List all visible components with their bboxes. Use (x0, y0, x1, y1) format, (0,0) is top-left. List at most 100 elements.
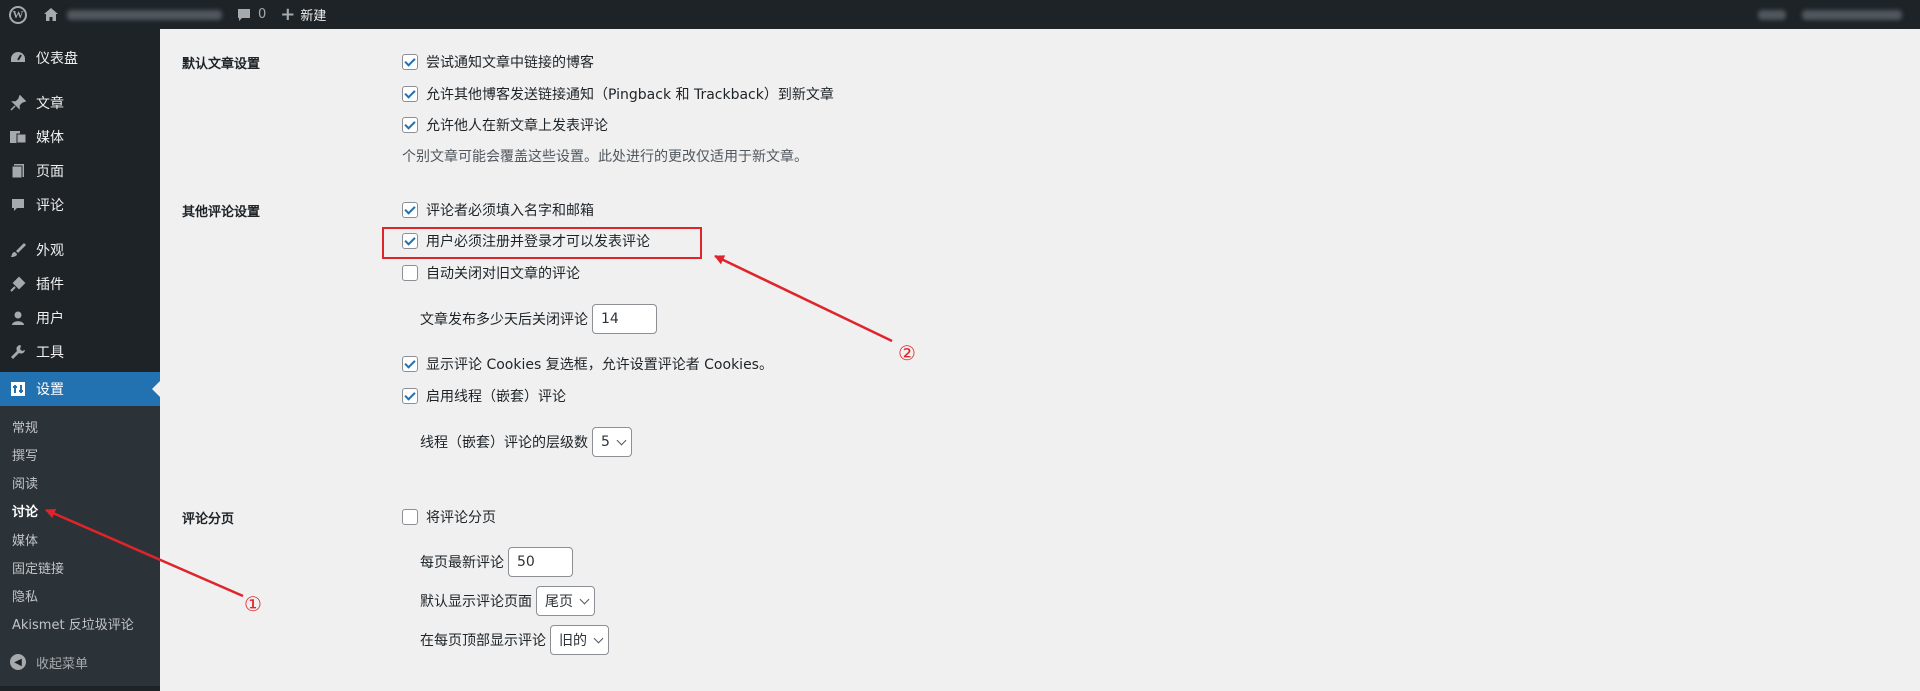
collapse-label: 收起菜单 (36, 656, 89, 672)
menu-media[interactable]: 媒体 (0, 120, 160, 154)
dashboard-icon (0, 49, 36, 67)
option-label: 允许他人在新文章上发表评论 (426, 118, 608, 134)
checkbox[interactable] (402, 202, 418, 218)
media-icon (0, 129, 36, 145)
select-value: 尾页 (545, 594, 573, 610)
settings-main: 默认文章设置 尝试通知文章中链接的博客 允许其他博客发送链接通知（Pingbac… (160, 29, 1920, 691)
checkbox[interactable] (402, 117, 418, 133)
pagination-heading: 评论分页 (182, 512, 235, 527)
menu-tools[interactable]: 工具 (0, 335, 160, 369)
option-require-name-email[interactable]: 评论者必须填入名字和邮箱 (402, 200, 594, 220)
highlight-box (382, 227, 702, 259)
checkbox[interactable] (402, 265, 418, 281)
option-label: 显示评论 Cookies 复选框，允许设置评论者 Cookies。 (426, 357, 773, 373)
other-comments-heading: 其他评论设置 (182, 205, 261, 220)
checkbox[interactable] (402, 54, 418, 70)
option-label: 将评论分页 (426, 510, 496, 526)
submenu-general[interactable]: 常规 (12, 417, 38, 436)
menu-posts[interactable]: 文章 (0, 86, 160, 120)
option-label: 自动关闭对旧文章的评论 (426, 266, 580, 282)
menu-label: 外观 (36, 243, 64, 259)
submenu-permalinks[interactable]: 固定链接 (12, 558, 64, 577)
menu-comments[interactable]: 评论 (0, 188, 160, 222)
per-page-input[interactable]: 50 (508, 547, 573, 577)
default-article-note: 个别文章可能会覆盖这些设置。此处进行的更改仅适用于新文章。 (402, 149, 808, 165)
menu-pages[interactable]: 页面 (0, 154, 160, 188)
menu-settings[interactable]: 设置 (0, 372, 160, 406)
close-days-input[interactable]: 14 (592, 304, 657, 334)
select-value: 5 (601, 434, 610, 450)
submenu-media[interactable]: 媒体 (12, 530, 38, 549)
menu-appearance[interactable]: 外观 (0, 233, 160, 267)
default-page-label: 默认显示评论页面 (420, 594, 532, 610)
wordpress-logo-icon[interactable]: W (0, 0, 36, 29)
admin-sidebar: 仪表盘 文章 媒体 页面 评论 外观 插件 用户 工具 设置 常规 撰写 阅读 … (0, 29, 160, 691)
menu-label: 仪表盘 (36, 51, 78, 67)
checkbox[interactable] (402, 388, 418, 404)
account-blurred[interactable] (1802, 9, 1902, 20)
current-arrow (152, 381, 160, 397)
option-threaded-comments[interactable]: 启用线程（嵌套）评论 (402, 386, 566, 406)
top-order-select[interactable]: 旧的 (550, 625, 609, 655)
home-icon (44, 7, 58, 21)
comment-icon (0, 197, 36, 213)
menu-label: 设置 (36, 382, 64, 398)
settings-icon (0, 381, 36, 397)
site-name-blurred (67, 9, 222, 20)
annotation-marker-1: ① (244, 592, 262, 616)
close-days-label: 文章发布多少天后关闭评论 (420, 312, 588, 328)
collapse-menu-button[interactable]: ◀ 收起菜单 (0, 647, 88, 677)
submenu-akismet[interactable]: Akismet 反垃圾评论 (12, 614, 134, 633)
thread-depth-select[interactable]: 5 (592, 427, 632, 457)
comment-bubble-icon (238, 8, 250, 21)
top-order-label: 在每页顶部显示评论 (420, 633, 546, 649)
option-auto-close-comments[interactable]: 自动关闭对旧文章的评论 (402, 263, 580, 283)
admin-bar: W 0 + 新建 (0, 0, 1920, 29)
submenu-privacy[interactable]: 隐私 (12, 586, 38, 605)
wrench-icon (0, 344, 36, 360)
settings-submenu: 常规 撰写 阅读 讨论 媒体 固定链接 隐私 Akismet 反垃圾评论 (0, 406, 160, 686)
option-label: 允许其他博客发送链接通知（Pingback 和 Trackback）到新文章 (426, 87, 834, 103)
option-cookies[interactable]: 显示评论 Cookies 复选框，允许设置评论者 Cookies。 (402, 354, 773, 374)
chevron-down-icon (593, 633, 604, 643)
comment-count: 0 (258, 7, 267, 22)
option-allow-pingbacks[interactable]: 允许其他博客发送链接通知（Pingback 和 Trackback）到新文章 (402, 84, 834, 104)
menu-users[interactable]: 用户 (0, 301, 160, 335)
option-paginate-comments[interactable]: 将评论分页 (402, 507, 496, 527)
menu-label: 工具 (36, 345, 64, 361)
select-value: 旧的 (559, 633, 587, 649)
chevron-down-icon (616, 435, 627, 445)
menu-label: 媒体 (36, 130, 64, 146)
option-label: 尝试通知文章中链接的博客 (426, 55, 594, 71)
submenu-discussion[interactable]: 讨论 (12, 501, 38, 520)
checkbox[interactable] (402, 509, 418, 525)
plus-icon: + (280, 4, 296, 25)
menu-label: 文章 (36, 96, 64, 112)
user-icon (0, 310, 36, 326)
default-page-select[interactable]: 尾页 (536, 586, 595, 616)
chevron-down-icon (579, 594, 590, 604)
menu-label: 评论 (36, 198, 64, 214)
thread-depth-row: 线程（嵌套）评论的层级数 5 (420, 427, 632, 457)
per-page-row: 每页最新评论 50 (420, 547, 573, 577)
submenu-writing[interactable]: 撰写 (12, 445, 38, 464)
option-notify-blogs[interactable]: 尝试通知文章中链接的博客 (402, 52, 594, 72)
checkbox[interactable] (402, 356, 418, 372)
menu-plugins[interactable]: 插件 (0, 267, 160, 301)
submenu-reading[interactable]: 阅读 (12, 473, 38, 492)
close-days-row: 文章发布多少天后关闭评论 14 (420, 304, 657, 334)
brush-icon (0, 242, 36, 258)
new-content-link[interactable]: + 新建 (273, 0, 333, 29)
option-label: 评论者必须填入名字和邮箱 (426, 203, 594, 219)
language-blurred[interactable] (1758, 9, 1786, 20)
site-name-link[interactable] (36, 0, 229, 29)
default-article-heading: 默认文章设置 (182, 57, 261, 72)
annotation-marker-2: ② (898, 341, 916, 365)
per-page-label: 每页最新评论 (420, 555, 504, 571)
menu-label: 用户 (36, 311, 64, 327)
comments-link[interactable]: 0 (229, 0, 273, 29)
menu-label: 页面 (36, 164, 64, 180)
option-allow-comments[interactable]: 允许他人在新文章上发表评论 (402, 115, 608, 135)
menu-dashboard[interactable]: 仪表盘 (0, 41, 160, 75)
checkbox[interactable] (402, 86, 418, 102)
